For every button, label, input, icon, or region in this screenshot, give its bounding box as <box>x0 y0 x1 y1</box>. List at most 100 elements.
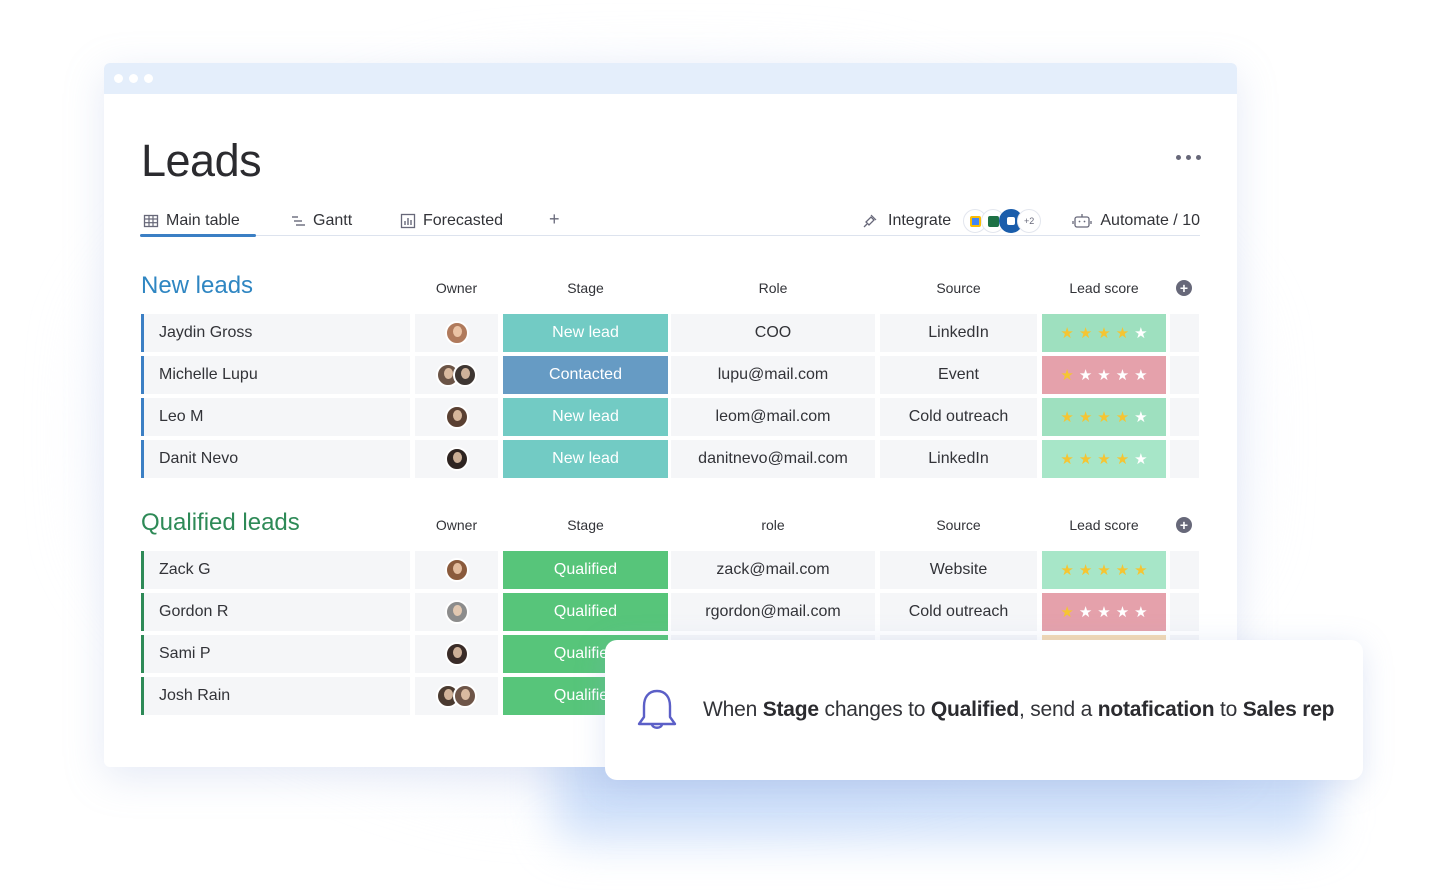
lead-name[interactable]: Leo M <box>141 398 410 436</box>
avatar[interactable] <box>444 642 469 666</box>
star-filled-icon[interactable]: ★ <box>1060 452 1073 467</box>
source-cell[interactable]: Cold outreach <box>880 398 1037 436</box>
column-header-stage[interactable]: Stage <box>503 280 668 296</box>
source-cell[interactable]: Website <box>880 551 1037 589</box>
star-empty-icon[interactable]: ★ <box>1134 605 1147 620</box>
avatar[interactable] <box>444 405 469 429</box>
avatar[interactable] <box>453 363 477 387</box>
group-title[interactable]: New leads <box>141 272 253 300</box>
stage-status[interactable]: Contacted <box>503 356 668 394</box>
column-header-score[interactable]: Lead score <box>1042 517 1166 533</box>
star-filled-icon[interactable]: ★ <box>1097 452 1110 467</box>
lead-name[interactable]: Jaydin Gross <box>141 314 410 352</box>
automate-button[interactable]: Automate / 10 <box>1072 207 1200 235</box>
add-column-icon[interactable]: + <box>1176 517 1192 533</box>
star-filled-icon[interactable]: ★ <box>1079 563 1092 578</box>
column-header-role[interactable]: Role <box>671 280 875 296</box>
lead-score-rating[interactable]: ★ ★ ★ ★ ★ <box>1042 398 1166 436</box>
window-dot-icon[interactable] <box>114 74 123 83</box>
owner-cell[interactable] <box>415 551 498 589</box>
column-header-score[interactable]: Lead score <box>1042 280 1166 296</box>
tab-gantt[interactable]: Gantt <box>290 207 352 235</box>
stage-status[interactable]: New lead <box>503 398 668 436</box>
star-empty-icon[interactable]: ★ <box>1079 368 1092 383</box>
owner-cell[interactable] <box>415 314 498 352</box>
star-empty-icon[interactable]: ★ <box>1134 410 1147 425</box>
star-filled-icon[interactable]: ★ <box>1060 368 1073 383</box>
role-cell[interactable]: leom@mail.com <box>671 398 875 436</box>
owner-cell[interactable] <box>415 593 498 631</box>
owner-cell[interactable] <box>415 398 498 436</box>
star-filled-icon[interactable]: ★ <box>1116 563 1129 578</box>
star-filled-icon[interactable]: ★ <box>1116 410 1129 425</box>
role-cell[interactable]: lupu@mail.com <box>671 356 875 394</box>
avatar[interactable] <box>444 558 469 582</box>
star-empty-icon[interactable]: ★ <box>1079 605 1092 620</box>
star-empty-icon[interactable]: ★ <box>1116 368 1129 383</box>
star-empty-icon[interactable]: ★ <box>1134 452 1147 467</box>
owner-cell[interactable] <box>415 677 498 715</box>
star-empty-icon[interactable]: ★ <box>1116 605 1129 620</box>
stage-status[interactable]: Qualified <box>503 551 668 589</box>
lead-score-rating[interactable]: ★ ★ ★ ★ ★ <box>1042 551 1166 589</box>
lead-name[interactable]: Josh Rain <box>141 677 410 715</box>
column-header-stage[interactable]: Stage <box>503 517 668 533</box>
star-filled-icon[interactable]: ★ <box>1116 452 1129 467</box>
source-cell[interactable]: Cold outreach <box>880 593 1037 631</box>
star-filled-icon[interactable]: ★ <box>1079 410 1092 425</box>
stage-status[interactable]: Qualified <box>503 593 668 631</box>
role-cell[interactable]: danitnevo@mail.com <box>671 440 875 478</box>
star-filled-icon[interactable]: ★ <box>1097 410 1110 425</box>
window-dot-icon[interactable] <box>144 74 153 83</box>
lead-name[interactable]: Sami P <box>141 635 410 673</box>
owner-cell[interactable] <box>415 356 498 394</box>
star-empty-icon[interactable]: ★ <box>1097 368 1110 383</box>
integration-apps[interactable]: +2 <box>963 209 1042 233</box>
column-header-source[interactable]: Source <box>880 280 1037 296</box>
column-header-owner[interactable]: Owner <box>415 280 498 296</box>
owner-cell[interactable] <box>415 440 498 478</box>
avatar[interactable] <box>444 321 469 345</box>
avatar[interactable] <box>444 447 469 471</box>
star-filled-icon[interactable]: ★ <box>1134 563 1147 578</box>
add-view-button[interactable]: + <box>549 209 560 230</box>
star-filled-icon[interactable]: ★ <box>1079 326 1092 341</box>
column-header-role[interactable]: role <box>671 517 875 533</box>
source-cell[interactable]: Event <box>880 356 1037 394</box>
avatar[interactable] <box>444 600 469 624</box>
star-empty-icon[interactable]: ★ <box>1134 368 1147 383</box>
lead-score-rating[interactable]: ★ ★ ★ ★ ★ <box>1042 314 1166 352</box>
integrate-button[interactable]: Integrate +2 <box>862 207 1042 235</box>
role-cell[interactable]: COO <box>671 314 875 352</box>
window-dot-icon[interactable] <box>129 74 138 83</box>
column-header-owner[interactable]: Owner <box>415 517 498 533</box>
star-filled-icon[interactable]: ★ <box>1079 452 1092 467</box>
stage-status[interactable]: New lead <box>503 314 668 352</box>
star-empty-icon[interactable]: ★ <box>1134 326 1147 341</box>
lead-name[interactable]: Danit Nevo <box>141 440 410 478</box>
lead-name[interactable]: Gordon R <box>141 593 410 631</box>
lead-name[interactable]: Zack G <box>141 551 410 589</box>
role-cell[interactable]: zack@mail.com <box>671 551 875 589</box>
star-filled-icon[interactable]: ★ <box>1060 563 1073 578</box>
more-options-icon[interactable] <box>1176 155 1201 160</box>
star-filled-icon[interactable]: ★ <box>1116 326 1129 341</box>
source-cell[interactable]: LinkedIn <box>880 314 1037 352</box>
lead-score-rating[interactable]: ★ ★ ★ ★ ★ <box>1042 356 1166 394</box>
group-title[interactable]: Qualified leads <box>141 509 300 537</box>
role-cell[interactable]: rgordon@mail.com <box>671 593 875 631</box>
owner-cell[interactable] <box>415 635 498 673</box>
star-filled-icon[interactable]: ★ <box>1060 605 1073 620</box>
tab-main-table[interactable]: Main table <box>140 207 256 237</box>
star-filled-icon[interactable]: ★ <box>1060 410 1073 425</box>
lead-name[interactable]: Michelle Lupu <box>141 356 410 394</box>
lead-score-rating[interactable]: ★ ★ ★ ★ ★ <box>1042 593 1166 631</box>
tab-forecasted[interactable]: Forecasted <box>400 207 503 235</box>
star-filled-icon[interactable]: ★ <box>1097 563 1110 578</box>
source-cell[interactable]: LinkedIn <box>880 440 1037 478</box>
star-filled-icon[interactable]: ★ <box>1097 326 1110 341</box>
star-filled-icon[interactable]: ★ <box>1060 326 1073 341</box>
add-column-icon[interactable]: + <box>1176 280 1192 296</box>
lead-score-rating[interactable]: ★ ★ ★ ★ ★ <box>1042 440 1166 478</box>
star-empty-icon[interactable]: ★ <box>1097 605 1110 620</box>
